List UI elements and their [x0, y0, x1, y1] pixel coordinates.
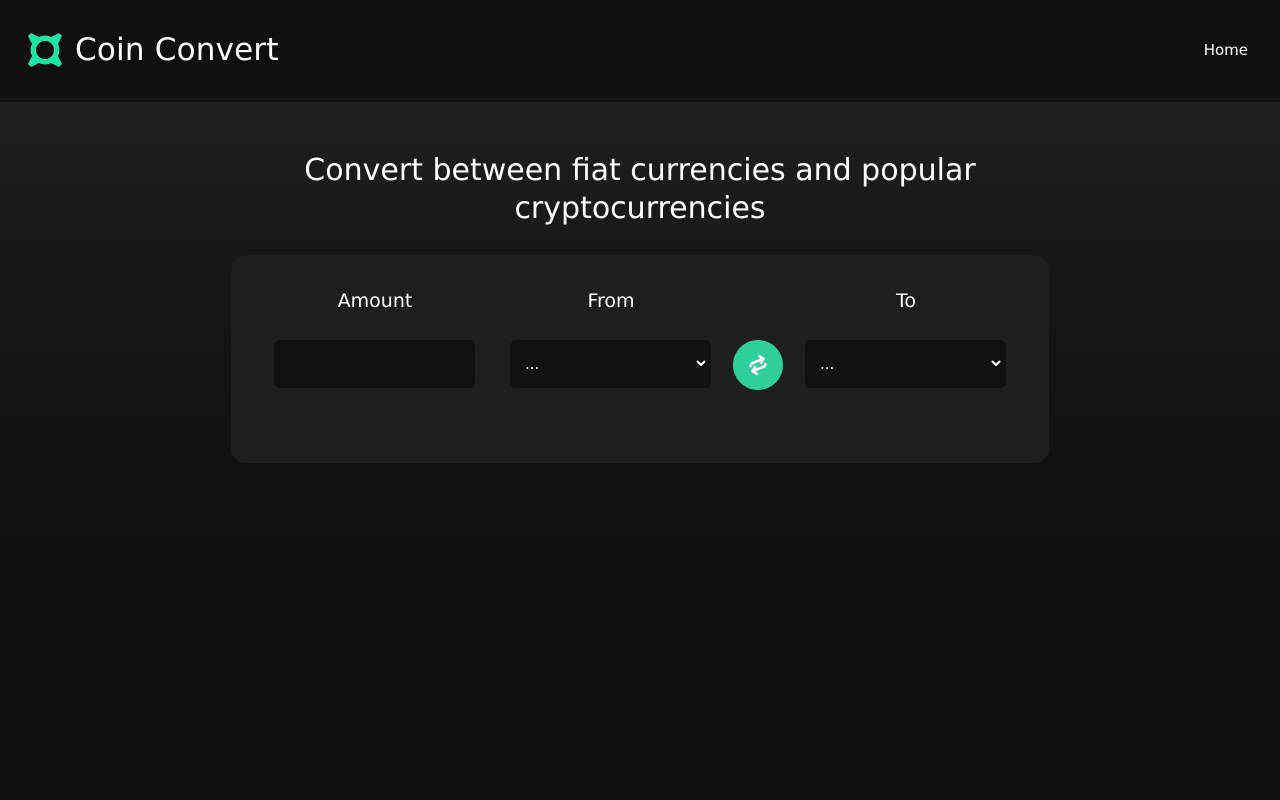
top-navbar: Coin Convert Home: [0, 0, 1280, 100]
swap-currencies-button[interactable]: [733, 340, 783, 390]
brand[interactable]: Coin Convert: [25, 30, 279, 70]
coin-logo-icon: [28, 33, 62, 67]
amount-label: Amount: [337, 290, 413, 312]
from-selected-value: ...: [525, 355, 540, 373]
from-currency-select[interactable]: ...: [510, 340, 711, 388]
chevron-down-icon: [991, 360, 1001, 366]
chevron-down-icon: [696, 360, 706, 366]
from-label: From: [587, 290, 635, 312]
to-currency-select[interactable]: ...: [805, 340, 1006, 388]
converter-card: Amount From ... To ...: [231, 255, 1049, 463]
nav-link-home[interactable]: Home: [1204, 41, 1248, 59]
to-label: To: [895, 290, 916, 312]
swap-arrows-icon: [749, 354, 767, 376]
amount-input[interactable]: [274, 340, 475, 388]
page-headline: Convert between fiat currencies and popu…: [304, 153, 976, 226]
brand-name: Coin Convert: [75, 32, 279, 68]
to-selected-value: ...: [820, 355, 835, 373]
